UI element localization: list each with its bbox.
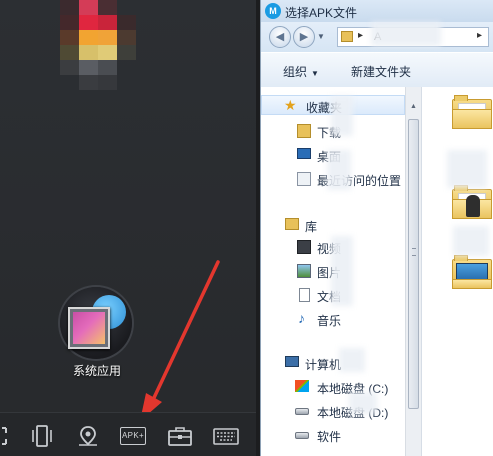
- rotate-icon[interactable]: [28, 425, 56, 447]
- tree-label: 库: [305, 220, 318, 234]
- dialog-title: 选择APK文件: [285, 6, 358, 20]
- emulator-toolbar: APK+: [0, 412, 256, 456]
- tree-item-drive-d[interactable]: 本地磁盘 (D:): [261, 401, 405, 421]
- open-file-dialog: M 选择APK文件 ◀ ▶ ▼ ▸ A ▸ 组织▼ 新建文件夹 ★ 收藏夹 下载…: [260, 0, 493, 456]
- file-list: [421, 87, 493, 456]
- recent-pages-chevron-icon[interactable]: ▼: [317, 32, 325, 41]
- computer-icon: [285, 356, 299, 367]
- breadcrumb-arrow-icon: ▸: [358, 30, 364, 41]
- folder-icon[interactable]: [452, 95, 492, 129]
- tree-item-software[interactable]: 软件: [261, 425, 405, 445]
- video-icon: [297, 240, 311, 254]
- folder-icon[interactable]: [452, 185, 492, 219]
- hard-drive-icon: [295, 432, 309, 439]
- tree-item-libraries[interactable]: 库: [261, 215, 405, 235]
- forward-button[interactable]: ▶: [293, 26, 315, 48]
- tree-label: 计算机: [305, 358, 342, 372]
- tree-label: 音乐: [317, 314, 342, 328]
- navigation-scrollbar[interactable]: ▲: [405, 87, 422, 456]
- folder-icon: [341, 31, 353, 42]
- tree-label: 软件: [317, 430, 342, 444]
- scroll-thumb[interactable]: [408, 119, 419, 409]
- star-icon: ★: [284, 97, 297, 113]
- windows-drive-icon: [295, 380, 309, 392]
- dialog-titlebar: M 选择APK文件: [261, 0, 493, 23]
- app-logo-icon: M: [265, 3, 281, 19]
- command-bar: 组织 ▼ 新建文件夹: [261, 52, 493, 88]
- organize-label: 组织: [283, 65, 308, 79]
- chevron-down-icon: ▼: [311, 69, 319, 78]
- folder-icon[interactable]: [452, 255, 492, 289]
- pictures-icon: [297, 264, 311, 278]
- music-note-icon: ♪: [298, 310, 305, 326]
- organize-button[interactable]: 组织 ▼: [283, 63, 319, 80]
- scroll-up-icon[interactable]: ▲: [408, 103, 419, 113]
- tree-item-music[interactable]: ♪ 音乐: [261, 309, 405, 329]
- tree-item-drive-c[interactable]: 本地磁盘 (C:): [261, 377, 405, 397]
- downloads-icon: [297, 124, 311, 138]
- location-icon[interactable]: [74, 425, 102, 447]
- emulator-screen: 系统应用 APK+: [0, 0, 260, 456]
- document-icon: [299, 288, 310, 302]
- back-button[interactable]: ◀: [269, 26, 291, 48]
- chess-piece-icon: [466, 195, 480, 217]
- toolbox-icon[interactable]: [166, 425, 194, 447]
- fullscreen-icon[interactable]: [0, 425, 16, 447]
- keyboard-icon[interactable]: [212, 425, 240, 447]
- recent-places-icon: [297, 172, 311, 186]
- hard-drive-icon: [295, 408, 309, 415]
- desktop-icon: [297, 148, 311, 159]
- new-folder-button[interactable]: 新建文件夹: [351, 63, 411, 80]
- library-icon: [285, 218, 299, 230]
- address-arrow-icon[interactable]: ▸: [477, 30, 482, 41]
- red-arrow-annotation: [140, 260, 220, 421]
- tree-item-computer[interactable]: 计算机: [261, 353, 405, 373]
- install-apk-button[interactable]: APK+: [120, 427, 146, 445]
